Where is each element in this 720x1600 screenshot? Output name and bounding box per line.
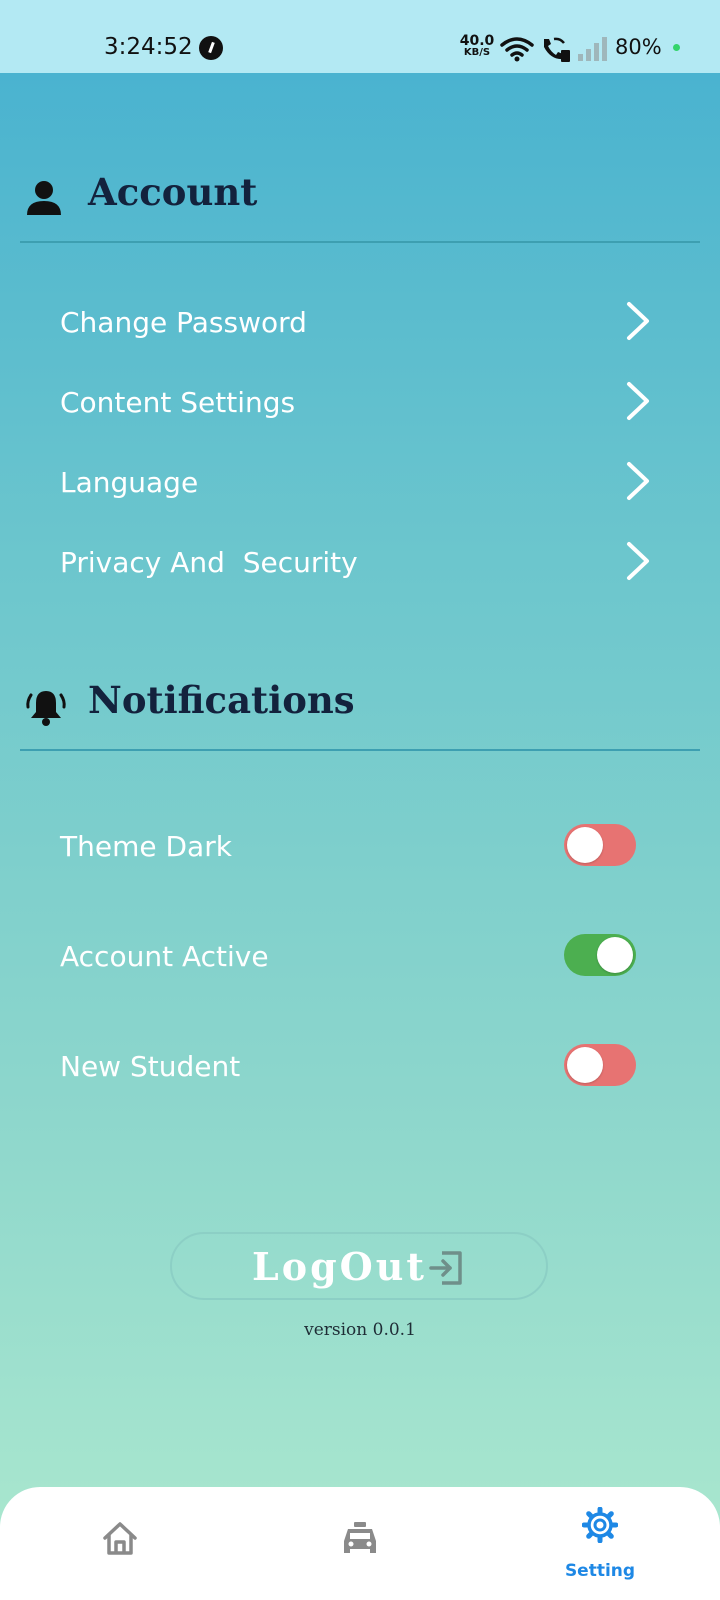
- nav-home[interactable]: [40, 1487, 200, 1600]
- bell-ringing-icon: [26, 691, 66, 726]
- chevron-right-icon: [627, 382, 649, 420]
- wifi-call-icon: [544, 37, 570, 62]
- content-settings-label: Content Settings: [60, 386, 296, 419]
- chevron-right-icon: [627, 462, 649, 500]
- account-active-toggle[interactable]: [564, 934, 636, 976]
- new-student-label: New Student: [60, 1050, 241, 1083]
- language-item[interactable]: Language: [60, 454, 660, 510]
- car-icon: [344, 1522, 376, 1553]
- notifications-title: Notifications: [88, 678, 355, 722]
- network-speed: 40.0 KB/S: [458, 34, 496, 58]
- logout-icon: [429, 1251, 462, 1285]
- nav-car[interactable]: [280, 1487, 440, 1600]
- battery-level: 80%: [615, 35, 662, 59]
- logout-button[interactable]: LogOut: [170, 1232, 548, 1300]
- status-time: 3:24:52: [104, 34, 193, 60]
- toggle-knob: [567, 827, 603, 863]
- signal-icon: [578, 37, 607, 61]
- network-speed-unit: KB/S: [463, 47, 491, 58]
- person-icon: [27, 181, 61, 215]
- gear-icon: [582, 1507, 618, 1543]
- chevron-right-icon: [627, 302, 649, 340]
- nav-setting-label: Setting: [564, 1561, 636, 1581]
- chevron-right-icon: [627, 542, 649, 580]
- notifications-section-header: Notifications: [20, 678, 700, 751]
- new-student-row: New Student: [60, 1038, 660, 1094]
- privacy-security-item[interactable]: Privacy And Security: [60, 534, 660, 590]
- notification-dot-icon: [199, 36, 223, 60]
- account-title: Account: [88, 170, 258, 214]
- logout-label: LogOut: [252, 1244, 427, 1289]
- change-password-label: Change Password: [60, 306, 307, 339]
- account-section-header: Account: [20, 170, 700, 243]
- privacy-security-label: Privacy And Security: [60, 546, 358, 579]
- theme-dark-row: Theme Dark: [60, 818, 660, 874]
- account-active-label: Account Active: [60, 940, 269, 973]
- theme-dark-toggle[interactable]: [564, 824, 636, 866]
- change-password-item[interactable]: Change Password: [60, 294, 660, 350]
- theme-dark-label: Theme Dark: [60, 830, 232, 863]
- nav-setting[interactable]: Setting: [520, 1487, 680, 1600]
- toggle-knob: [567, 1047, 603, 1083]
- bottom-nav: Setting: [0, 1487, 720, 1600]
- version-text: version 0.0.1: [304, 1320, 416, 1340]
- content-settings-item[interactable]: Content Settings: [60, 374, 660, 430]
- toggle-knob: [597, 937, 633, 973]
- charging-dot-icon: [673, 44, 680, 51]
- language-label: Language: [60, 466, 199, 499]
- new-student-toggle[interactable]: [564, 1044, 636, 1086]
- account-active-row: Account Active: [60, 928, 660, 984]
- wifi-icon: [500, 37, 534, 62]
- status-bar: 3:24:52 40.0 KB/S 80%: [0, 0, 720, 73]
- home-icon: [103, 1522, 137, 1555]
- network-speed-value: 40.0: [459, 33, 495, 49]
